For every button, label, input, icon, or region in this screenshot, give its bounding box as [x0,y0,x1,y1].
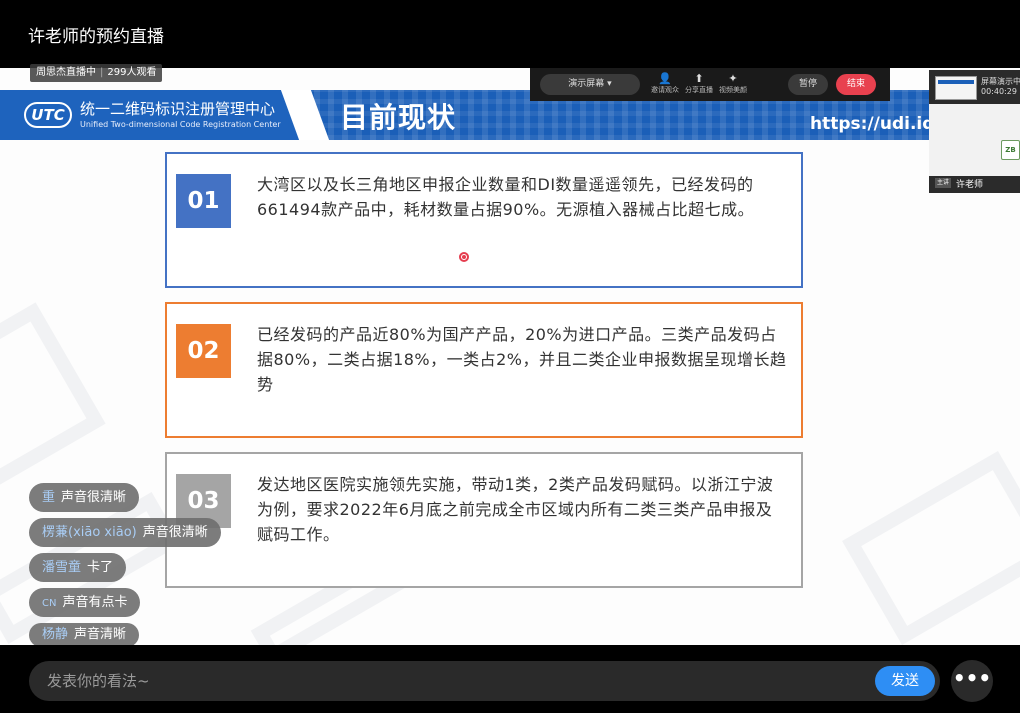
screen-select-dropdown[interactable]: 演示屏幕 ▾ [540,74,640,95]
pip-timer: 00:40:29 [981,87,1017,96]
chat-message: 声音很清晰 [61,490,127,505]
screen-thumbnail [935,76,977,100]
chat-user: 楞蒹(xiāo xiāo) [42,525,137,540]
chat-message: 卡了 [87,560,114,575]
beauty-effects-button[interactable]: ✦ 视频美颜 [715,72,751,95]
comment-box: 发送 [29,661,940,701]
screen-share-toolbar: 演示屏幕 ▾ 👤 邀请观众 ⬆ 分享直播 ✦ 视频美颜 暂停 结束 [530,68,890,101]
share-icon: ⬆ [694,72,704,85]
person-icon: 👤 [658,72,672,85]
chat-user: CN [42,598,57,609]
tool-label: 分享直播 [685,86,713,94]
presenter-pip[interactable]: 屏幕演示中 00:40:29 ZB 主讲 许老师 [929,70,1020,193]
live-status-badge: 周思杰直播中 | 299人观看 [30,64,163,82]
window-title: 许老师的预约直播 [28,27,164,47]
logo-icon: ZB [1001,140,1020,160]
chat-user: 杨静 [42,627,69,642]
pause-button[interactable]: 暂停 [788,74,828,95]
logo-area: UTC 统一二维码标识注册管理中心 Unified Two-dimensiona… [0,90,310,140]
chat-message: 声音清晰 [74,627,127,642]
org-name-en: Unified Two-dimensional Code Registratio… [80,120,281,129]
card-text: 已经发码的产品近80%为国产产品，20%为进口产品。三类产品发码占据80%，二类… [257,325,787,394]
chat-bubble: 重声音很清晰 [29,483,140,512]
invite-viewers-button[interactable]: 👤 邀请观众 [647,72,683,95]
comment-input[interactable] [47,661,847,701]
effects-icon: ✦ [728,72,738,85]
chat-user: 潘雪童 [42,560,82,575]
tool-label: 邀请观众 [651,86,679,94]
card-number: 02 [176,324,231,378]
send-button[interactable]: 发送 [875,666,935,696]
card-text: 大湾区以及长三角地区申报企业数量和DI数量遥遥领先，已经发码的661494款产品… [257,175,755,219]
chat-message: 声音很清晰 [142,525,208,540]
status-card-1: 01 大湾区以及长三角地区申报企业数量和DI数量遥遥领先，已经发码的661494… [165,152,803,288]
chat-message: 声音有点卡 [62,595,128,610]
tool-label: 视频美颜 [719,86,747,94]
chat-bubble: 潘雪童 卡了 [29,553,127,582]
card-number: 01 [176,174,231,228]
window-title-bar: 许老师的预约直播 [0,0,1020,68]
status-card-2: 02 已经发码的产品近80%为国产产品，20%为进口产品。三类产品发码占据80%… [165,302,803,438]
status-card-3: 03 发达地区医院实施领先实施，带动1类，2类产品发码赋码。以浙江宁波为例，要求… [165,452,803,588]
pip-screen-label: 屏幕演示中 [981,77,1020,86]
chat-bubble: CN 声音有点卡 [29,588,141,617]
comment-bar: 发送 ••• [0,645,1020,713]
live-status-text: 周思杰直播中 [36,67,96,78]
chat-bubble: 楞蒹(xiāo xiāo) 声音很清晰 [29,518,221,547]
slide-title: 目前现状 [340,101,457,134]
viewer-count: 299人观看 [107,67,157,78]
share-live-button[interactable]: ⬆ 分享直播 [681,72,717,95]
slide-url: https://udi.idc [810,114,945,134]
org-name-cn: 统一二维码标识注册管理中心 [80,100,276,118]
chat-bubble: 杨静 声音清晰 [29,623,140,647]
chat-user: 重 [42,490,56,505]
card-text: 发达地区医院实施领先实施，带动1类，2类产品发码赋码。以浙江宁波为例，要求202… [257,475,774,544]
utc-logo-icon: UTC [24,102,72,128]
more-options-icon[interactable]: ••• [951,660,993,702]
presenter-name: 许老师 [956,180,984,190]
host-tag: 主讲 [935,178,952,188]
laser-pointer-icon [459,252,469,262]
end-button[interactable]: 结束 [836,74,876,95]
watermark-decoration [842,451,1020,645]
watermark-decoration [0,302,106,494]
